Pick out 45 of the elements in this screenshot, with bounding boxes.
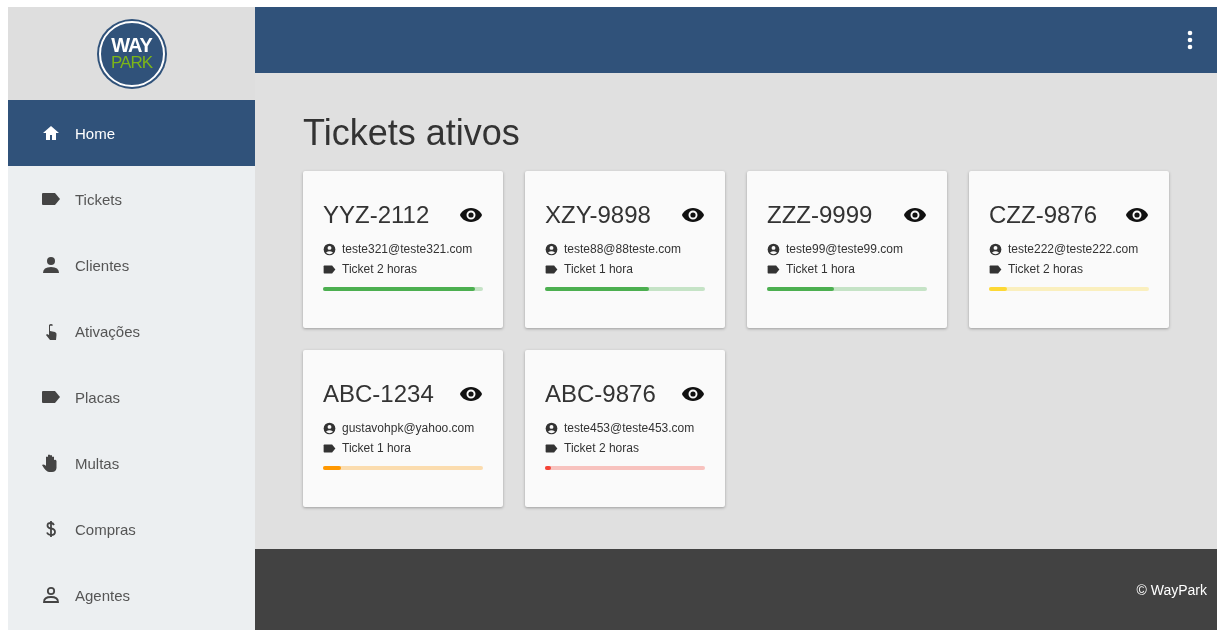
view-icon[interactable]	[1125, 207, 1149, 223]
view-icon[interactable]	[681, 207, 705, 223]
plate-number: ZZZ-9999	[767, 201, 873, 229]
sidebar-item[interactable]: Agentes	[8, 562, 255, 628]
person-icon	[41, 255, 61, 275]
sidebar-item[interactable]: Ativações	[8, 298, 255, 364]
plate-number: XZY-9898	[545, 201, 651, 229]
plate-number: CZZ-9876	[989, 201, 1098, 229]
plate-number: ABC-9876	[545, 380, 656, 408]
ticket-type: Ticket 2 horas	[564, 441, 639, 455]
client-email: teste88@88teste.com	[564, 242, 681, 256]
ticket-type: Ticket 2 horas	[1008, 262, 1083, 276]
view-icon[interactable]	[459, 386, 483, 402]
copyright-text: © WayPark	[1136, 581, 1207, 598]
client-email: teste321@teste321.com	[342, 242, 473, 256]
ticket-type: Ticket 1 hora	[786, 262, 855, 276]
ticket-type: Ticket 1 hora	[564, 262, 633, 276]
ticket-type: Ticket 2 horas	[342, 262, 417, 276]
more-menu-button[interactable]	[1185, 28, 1195, 52]
view-icon[interactable]	[903, 207, 927, 223]
client-email: teste222@teste222.com	[1008, 242, 1139, 256]
account-icon	[545, 242, 558, 256]
page-title: Tickets ativos	[303, 113, 521, 153]
client-email: teste453@teste453.com	[564, 421, 695, 435]
account-icon	[767, 242, 780, 256]
account-icon	[323, 421, 336, 435]
sidebar-item[interactable]: Placas	[8, 364, 255, 430]
waypark-logo: WAY PARK	[98, 20, 165, 87]
account-icon	[989, 242, 1002, 256]
plate-number: YYZ-2112	[323, 201, 430, 229]
view-icon[interactable]	[459, 207, 483, 223]
home-icon	[41, 123, 61, 143]
sidebar-item[interactable]: Compras	[8, 496, 255, 562]
client-email: teste99@teste99.com	[786, 242, 903, 256]
ticket-type: Ticket 1 hora	[342, 441, 411, 455]
client-email: gustavohpk@yahoo.com	[342, 421, 475, 435]
view-icon[interactable]	[681, 386, 705, 402]
sidebar-item[interactable]: Home	[8, 100, 255, 166]
sidebar-item[interactable]: Multas	[8, 430, 255, 496]
sidebar-item[interactable]: Clientes	[8, 232, 255, 298]
sidebar-item[interactable]: Tickets	[8, 166, 255, 232]
account-icon	[323, 242, 336, 256]
account-icon	[545, 421, 558, 435]
plate-number: ABC-1234	[323, 380, 434, 408]
person-outline-icon	[41, 585, 61, 605]
